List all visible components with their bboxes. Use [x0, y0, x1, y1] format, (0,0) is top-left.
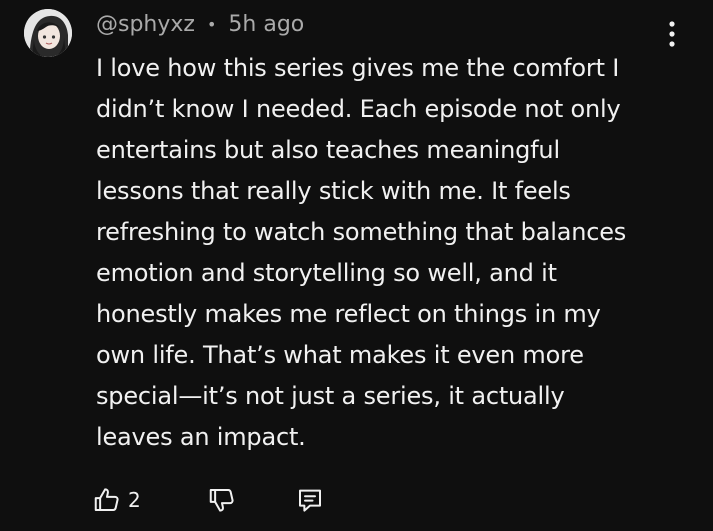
meta-separator: • [206, 14, 217, 34]
thumbs-down-icon [209, 489, 234, 512]
like-button[interactable]: 2 [92, 478, 156, 522]
user-avatar-icon [24, 9, 72, 57]
comment-thread-item: @sphyxz • 5h ago I love how this series … [0, 0, 713, 531]
more-vertical-icon [669, 21, 675, 47]
dislike-button[interactable] [200, 478, 244, 522]
comment-icon [299, 489, 321, 512]
comment-text: I love how this series gives me the comf… [96, 54, 627, 451]
comment-meta: @sphyxz • 5h ago [96, 10, 304, 38]
thumbs-up-icon [94, 488, 119, 511]
comment-actions: 2 [92, 478, 332, 522]
comment-menu-button[interactable] [658, 16, 686, 52]
author-name[interactable]: @sphyxz [96, 12, 195, 37]
comment-timestamp[interactable]: 5h ago [228, 12, 304, 37]
like-count: 2 [128, 488, 141, 512]
avatar[interactable] [24, 9, 72, 57]
reply-button[interactable] [288, 478, 332, 522]
